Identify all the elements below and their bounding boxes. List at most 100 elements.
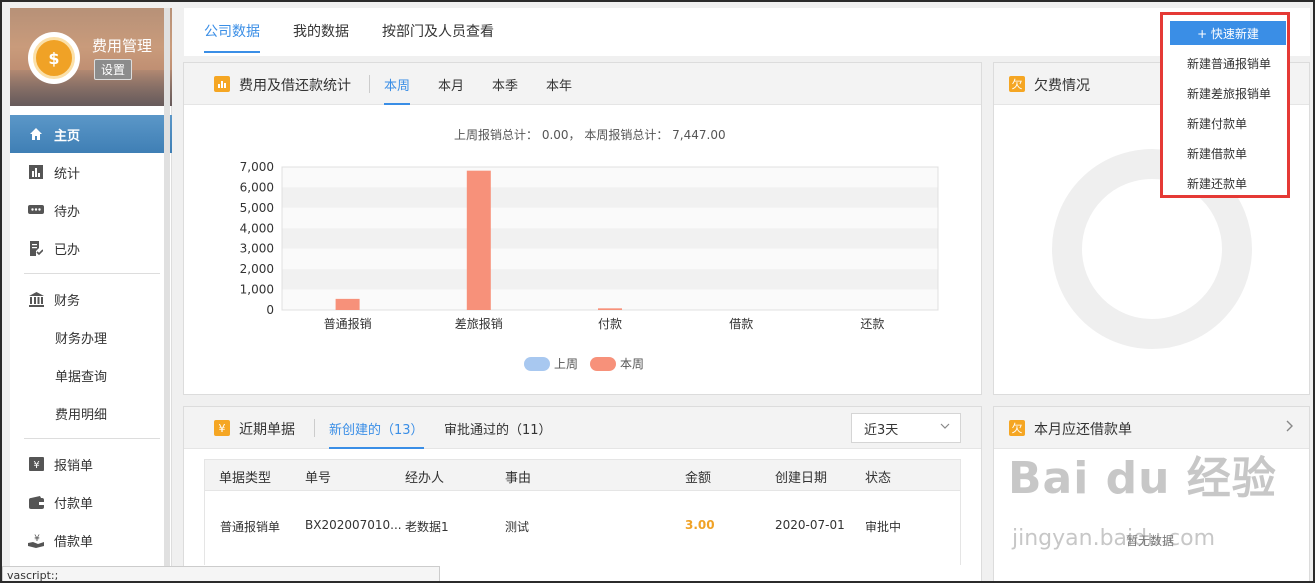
coin-logo-icon: $ — [28, 32, 80, 84]
stats-panel-title: 费用及借还款统计 — [239, 78, 351, 94]
watermark-url: jingyan.baidu.com — [1012, 526, 1216, 551]
sidebar-item-reimbursement[interactable]: ¥ 报销单 — [10, 445, 172, 483]
menu-item-new-repayment[interactable]: 新建还款单 — [1187, 175, 1247, 192]
hand-yen-icon: ¥ — [28, 532, 44, 548]
bar-this-week — [335, 298, 360, 310]
bank-icon — [28, 291, 44, 307]
chat-dots-icon — [28, 202, 44, 218]
sidebar-item-label: 财务 — [54, 293, 81, 309]
x-tick-label: 付款 — [598, 317, 622, 331]
cell-handler: 老数据1 — [405, 520, 449, 534]
y-tick-label: 1,000 — [240, 283, 274, 297]
x-tick-label: 借款 — [729, 317, 753, 331]
tab-my-data[interactable]: 我的数据 — [293, 21, 349, 51]
y-tick-label: 7,000 — [240, 160, 274, 174]
watermark-logo: Bai du 经验 — [1008, 453, 1277, 504]
sidebar-item-done[interactable]: 已办 — [10, 229, 172, 267]
brand-banner: $ 费用管理 设置 — [10, 8, 172, 106]
column-header[interactable]: 单号 — [305, 467, 331, 486]
sidebar-item-statistics[interactable]: 统计 — [10, 153, 172, 191]
tab-this-week[interactable]: 本周 — [384, 75, 411, 105]
column-header[interactable]: 经办人 — [405, 467, 444, 486]
sidebar-item-label: 主页 — [54, 128, 81, 144]
menu-item-new-loan[interactable]: 新建借款单 — [1187, 145, 1247, 162]
sidebar-nav: 主页 统计 待办 已办 财务 财务办理 单据查询 费用明细 ¥ 报销单 付款单 … — [10, 115, 172, 559]
sidebar-item-label: 报销单 — [54, 458, 94, 474]
x-tick-label: 差旅报销 — [455, 316, 503, 331]
y-tick-label: 4,000 — [240, 221, 274, 235]
sidebar-item-finance-handle[interactable]: 财务办理 — [10, 318, 172, 356]
legend-swatch — [524, 356, 550, 371]
stats-summary: 上周报销总计： 0.00， 本周报销总计： 7,447.00 — [454, 128, 726, 142]
recent-docs-title: 近期单据 — [239, 422, 295, 438]
grid-band — [282, 187, 938, 208]
grid-band — [282, 167, 938, 188]
header-divider — [369, 75, 370, 93]
grid-band — [282, 269, 938, 290]
grid-band — [282, 289, 938, 310]
yen-icon: ¥ — [214, 420, 230, 436]
arrears-icon: 欠 — [1009, 420, 1025, 436]
grid-band — [282, 248, 938, 270]
cell-doc-number[interactable]: BX202007010... — [305, 518, 402, 532]
sidebar-item-todo[interactable]: 待办 — [10, 191, 172, 229]
column-header[interactable]: 状态 — [865, 467, 891, 486]
sidebar-item-finance[interactable]: 财务 — [10, 280, 172, 318]
header-divider — [314, 419, 315, 437]
legend-label: 本周 — [620, 357, 645, 371]
arrears-panel-title: 欠费情况 — [1034, 78, 1090, 94]
doc-check-icon — [28, 240, 44, 256]
recent-docs-panel: ¥ 近期单据 新创建的（13） 审批通过的（11） 近3天 单据类型 单号 经办… — [183, 406, 982, 581]
cell-amount: 3.00 — [685, 518, 715, 532]
sidebar-item-label: 已办 — [54, 242, 81, 258]
recent-docs-header: ¥ 近期单据 新创建的（13） 审批通过的（11） 近3天 — [184, 407, 981, 449]
x-tick-label: 普通报销 — [324, 316, 372, 331]
sidebar-item-expense-detail[interactable]: 费用明细 — [10, 394, 172, 432]
legend-item-this-week[interactable]: 本周 — [590, 355, 644, 372]
sidebar-item-loan[interactable]: ¥ 借款单 — [10, 521, 172, 559]
column-header[interactable]: 单据类型 — [219, 467, 271, 486]
quick-new-button[interactable]: + 快速新建 — [1170, 21, 1286, 45]
tab-company-data[interactable]: 公司数据 — [204, 21, 260, 53]
sidebar-item-label: 待办 — [54, 204, 81, 220]
tab-this-month[interactable]: 本月 — [438, 75, 464, 103]
grid-band — [282, 207, 938, 229]
column-header[interactable]: 创建日期 — [775, 467, 827, 486]
sidebar-item-home[interactable]: 主页 — [10, 115, 172, 153]
range-select-value: 近3天 — [864, 422, 899, 438]
sidebar-item-doc-query[interactable]: 单据查询 — [10, 356, 172, 394]
tab-newly-created[interactable]: 新创建的（13） — [329, 419, 424, 449]
stats-chart-icon — [214, 76, 230, 92]
chevron-down-icon — [940, 421, 950, 434]
expense-bar-chart: 7,000 6,000 5,000 4,000 3,000 2,000 1,000 0 普通报销… — [240, 160, 939, 331]
y-tick-label: 0 — [266, 303, 274, 317]
range-select[interactable]: 近3天 — [851, 413, 961, 443]
coin-glyph: $ — [33, 37, 75, 79]
legend-item-last-week[interactable]: 上周 — [524, 355, 578, 372]
settings-button[interactable]: 设置 — [94, 59, 133, 80]
sidebar-scrollbar[interactable] — [164, 8, 170, 573]
sidebar-item-label: 借款单 — [54, 534, 94, 550]
tab-approved[interactable]: 审批通过的（11） — [444, 419, 552, 447]
menu-item-new-general-reimbursement[interactable]: 新建普通报销单 — [1187, 55, 1271, 72]
browser-status-bar: vascript:; — [2, 566, 440, 581]
cell-status: 审批中 — [865, 520, 902, 534]
sidebar-item-payment[interactable]: 付款单 — [10, 483, 172, 521]
cell-doc-type: 普通报销单 — [220, 520, 281, 534]
menu-item-new-payment[interactable]: 新建付款单 — [1187, 115, 1247, 132]
cell-created-date: 2020-07-01 — [775, 518, 845, 532]
tab-this-year[interactable]: 本年 — [546, 75, 572, 103]
nav-divider — [24, 438, 160, 439]
table-row[interactable]: 普通报销单 BX202007010... 老数据1 测试 3.00 2020-0… — [204, 491, 961, 565]
y-tick-label: 3,000 — [240, 242, 274, 256]
yen-card-icon: ¥ — [28, 456, 44, 472]
tab-by-department[interactable]: 按部门及人员查看 — [382, 21, 494, 51]
sidebar-item-label: 付款单 — [54, 496, 94, 512]
menu-item-new-travel-reimbursement[interactable]: 新建差旅报销单 — [1187, 85, 1271, 102]
column-header[interactable]: 事由 — [505, 467, 531, 486]
column-header[interactable]: 金额 — [685, 467, 711, 486]
tab-this-quarter[interactable]: 本季 — [492, 75, 518, 103]
legend-label: 上周 — [554, 357, 579, 371]
chevron-right-icon[interactable] — [1285, 419, 1295, 437]
sidebar-item-label: 统计 — [54, 166, 81, 182]
